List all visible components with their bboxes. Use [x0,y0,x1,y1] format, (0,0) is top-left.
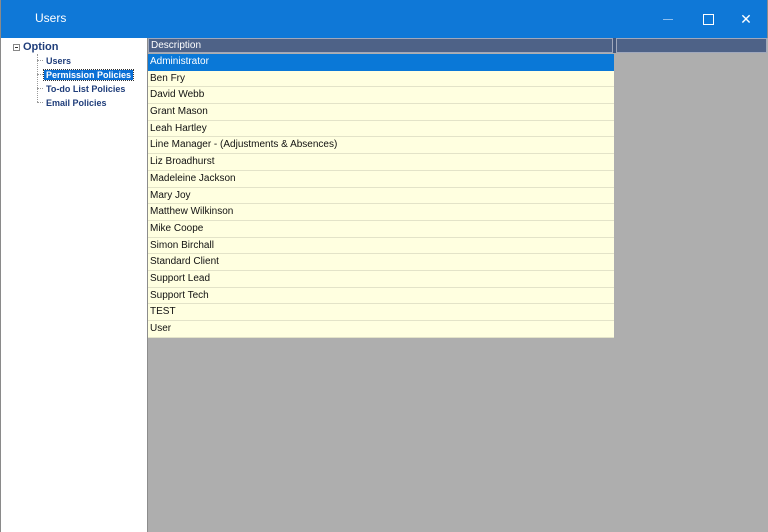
options-tree[interactable]: Option Users Permission Policies To-do Lis… [7,38,148,532]
maximize-icon [702,13,714,25]
tree-connector [37,102,43,103]
tree-connector [37,60,43,61]
table-row[interactable]: Ben Fry [148,70,614,88]
close-button[interactable]: ✕ [723,0,768,38]
collapse-icon[interactable] [13,43,20,51]
tree-connector [37,88,43,89]
table-row[interactable]: Mike Coope [148,220,614,238]
table-row[interactable]: Leah Hartley [148,120,614,138]
tree-item-label: Users [46,55,72,66]
table-row[interactable]: TEST [148,304,614,321]
table-row[interactable]: Line Manager - (Adjustments & Absences) [148,137,614,155]
table-row[interactable]: Madeleine Jackson [148,170,614,188]
table-row[interactable]: Liz Broadhurst [148,154,614,171]
grid-rows: Administrator Ben Fry David Webb Grant Maso… [148,54,614,338]
tree-item-label: To-do List Policies [46,83,126,94]
tree-root-label: Option [23,41,59,53]
tree-item[interactable]: To-do List Policies [37,82,127,95]
table-row[interactable]: Mary Joy [148,187,614,205]
minimize-icon [663,18,673,20]
tree-item[interactable]: Users [37,54,73,67]
tree-item[interactable]: Email Policies [37,96,109,109]
column-header-description[interactable]: Description [148,38,613,53]
policies-grid[interactable]: Description Administrator Ben Fry David We… [148,38,768,532]
table-row[interactable]: Support Tech [148,287,614,305]
table-row[interactable]: Support Lead [148,270,614,288]
column-header-empty [616,38,767,53]
tree-item[interactable]: Permission Policies [37,68,135,81]
table-row[interactable]: Simon Birchall [148,237,614,255]
tree-item-label: Email Policies [46,97,107,108]
table-row[interactable]: User [148,321,614,338]
table-row[interactable]: David Webb [148,87,614,105]
close-icon: ✕ [740,10,752,27]
tree-root-option[interactable]: Option [13,41,58,53]
table-row[interactable]: Administrator [148,54,614,71]
table-row[interactable]: Grant Mason [148,104,614,121]
window-title: Users [35,11,67,25]
users-window: Users ✕ Option Users Permission Policies T… [0,0,768,532]
tree-item-label: Permission Policies [42,68,135,81]
table-row[interactable]: Matthew Wilkinson [148,204,614,221]
tree-connector [37,74,43,75]
title-bar[interactable]: Users ✕ [1,0,767,38]
table-row[interactable]: Standard Client [148,254,614,271]
grid-header: Description [148,38,767,53]
